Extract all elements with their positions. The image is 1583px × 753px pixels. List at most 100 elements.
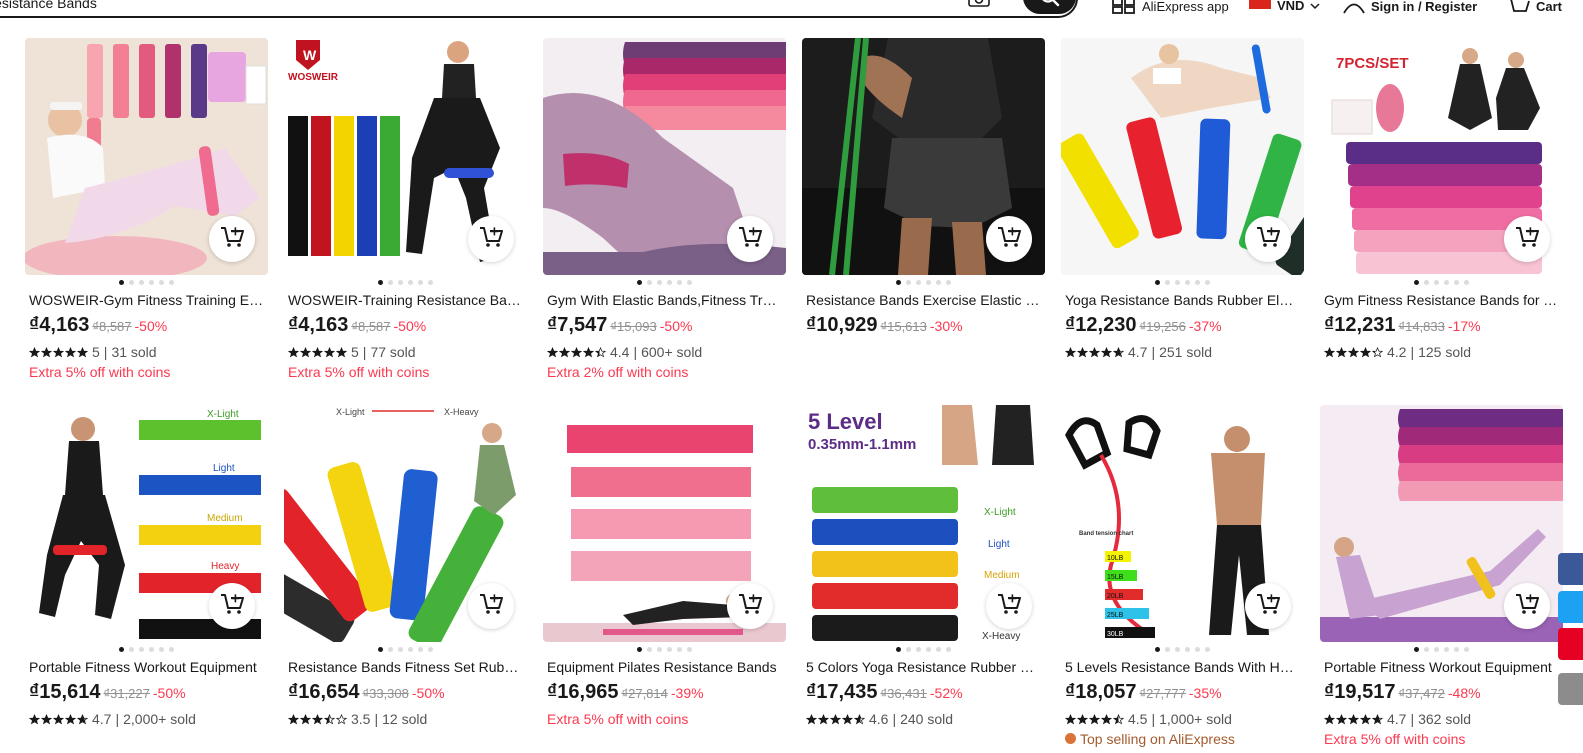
carousel-dot[interactable] [169,280,174,285]
product-title[interactable]: Gym With Elastic Bands,Fitness Training [547,292,783,308]
product-title[interactable]: 5 Levels Resistance Bands With Handles [1065,659,1301,675]
twitter-share-button[interactable] [1558,591,1583,623]
carousel-dot[interactable] [1205,647,1210,652]
product-card[interactable]: W WOSWEIR WOSWEIR-Training Resistance Ba… [284,38,527,398]
carousel-dot[interactable] [388,280,393,285]
carousel-dot[interactable] [1454,647,1459,652]
carousel-dot[interactable] [936,280,941,285]
carousel-dot[interactable] [667,647,672,652]
product-title[interactable]: WOSWEIR-Training Resistance Bands Set [288,292,524,308]
carousel-dot[interactable] [398,647,403,652]
carousel-dot[interactable] [647,280,652,285]
product-title[interactable]: Equipment Pilates Resistance Bands [547,659,783,675]
currency-selector[interactable]: VND [1249,0,1320,13]
product-title[interactable]: WOSWEIR-Gym Fitness Training Elastic Res… [29,292,265,308]
carousel-dot[interactable] [1424,280,1429,285]
camera-icon[interactable] [967,0,991,8]
product-card[interactable]: Equipment Pilates Resistance Bands ₫16,9… [543,405,786,753]
carousel-dot[interactable] [926,280,931,285]
carousel-dot[interactable] [1444,647,1449,652]
add-to-cart-button[interactable] [986,583,1032,629]
product-title[interactable]: Resistance Bands Fitness Set Rubber [288,659,524,675]
facebook-share-button[interactable] [1558,553,1583,585]
product-card[interactable]: WOSWEIR-Gym Fitness Training Elastic Res… [25,38,268,398]
image-carousel-dots[interactable] [25,647,268,652]
product-title[interactable]: Portable Fitness Workout Equipment [1324,659,1560,675]
carousel-dot[interactable] [657,280,662,285]
carousel-dot[interactable] [1165,647,1170,652]
carousel-dot[interactable] [169,647,174,652]
image-carousel-dots[interactable] [1320,647,1563,652]
product-title[interactable]: Gym Fitness Resistance Bands for Yoga [1324,292,1560,308]
signin-link[interactable]: Sign in / Register [1343,0,1477,14]
add-to-cart-button[interactable] [468,216,514,262]
carousel-dot[interactable] [1205,280,1210,285]
carousel-dot[interactable] [129,647,134,652]
carousel-dot[interactable] [896,280,901,285]
add-to-cart-button[interactable] [727,583,773,629]
carousel-dot[interactable] [378,280,383,285]
carousel-dot[interactable] [408,647,413,652]
carousel-dot[interactable] [428,647,433,652]
carousel-dot[interactable] [1195,280,1200,285]
cart-link[interactable]: Cart [1506,0,1562,14]
carousel-dot[interactable] [1434,647,1439,652]
image-carousel-dots[interactable] [802,280,1045,285]
product-card[interactable]: Gym With Elastic Bands,Fitness Training … [543,38,786,398]
carousel-dot[interactable] [926,647,931,652]
carousel-dot[interactable] [408,280,413,285]
pinterest-share-button[interactable] [1558,628,1583,660]
add-to-cart-button[interactable] [209,216,255,262]
add-to-cart-button[interactable] [1245,583,1291,629]
carousel-dot[interactable] [129,280,134,285]
product-card[interactable]: Band tension chart 10LB 15LB 20LB 25LB 30LB … [1061,405,1304,753]
carousel-dot[interactable] [1175,647,1180,652]
carousel-dot[interactable] [637,280,642,285]
image-carousel-dots[interactable] [1061,647,1304,652]
carousel-dot[interactable] [1414,647,1419,652]
carousel-dot[interactable] [1155,647,1160,652]
carousel-dot[interactable] [687,647,692,652]
carousel-dot[interactable] [1165,280,1170,285]
add-to-cart-button[interactable] [727,216,773,262]
product-title[interactable]: Resistance Bands Exercise Elastic Natura… [806,292,1042,308]
carousel-dot[interactable] [149,647,154,652]
carousel-dot[interactable] [388,647,393,652]
carousel-dot[interactable] [1464,647,1469,652]
carousel-dot[interactable] [667,280,672,285]
product-card[interactable]: X-Light X-Heavy Resistance Bands Fitness… [284,405,527,753]
product-card[interactable]: 5 Level 0.35mm-1.1mm X-Light Light Mediu… [802,405,1045,753]
carousel-dot[interactable] [1195,647,1200,652]
add-to-cart-button[interactable] [209,583,255,629]
product-title[interactable]: 5 Colors Yoga Resistance Rubber Bands [806,659,1042,675]
carousel-dot[interactable] [418,280,423,285]
carousel-dot[interactable] [139,280,144,285]
product-card[interactable]: Portable Fitness Workout Equipment ₫19,5… [1320,405,1563,753]
carousel-dot[interactable] [1464,280,1469,285]
product-card[interactable]: Resistance Bands Exercise Elastic Natura… [802,38,1045,398]
more-share-button[interactable] [1558,673,1583,705]
image-carousel-dots[interactable] [543,647,786,652]
carousel-dot[interactable] [149,280,154,285]
app-download-link[interactable]: AliExpress app [1112,0,1229,14]
image-carousel-dots[interactable] [1061,280,1304,285]
carousel-dot[interactable] [418,647,423,652]
carousel-dot[interactable] [378,647,383,652]
carousel-dot[interactable] [637,647,642,652]
carousel-dot[interactable] [1434,280,1439,285]
carousel-dot[interactable] [677,280,682,285]
carousel-dot[interactable] [896,647,901,652]
carousel-dot[interactable] [946,647,951,652]
add-to-cart-button[interactable] [986,216,1032,262]
carousel-dot[interactable] [916,647,921,652]
add-to-cart-button[interactable] [1245,216,1291,262]
product-card[interactable]: Yoga Resistance Bands Rubber Elastic ₫12… [1061,38,1304,398]
image-carousel-dots[interactable] [543,280,786,285]
carousel-dot[interactable] [657,647,662,652]
product-title[interactable]: Yoga Resistance Bands Rubber Elastic [1065,292,1301,308]
carousel-dot[interactable] [677,647,682,652]
image-carousel-dots[interactable] [25,280,268,285]
carousel-dot[interactable] [119,280,124,285]
carousel-dot[interactable] [1155,280,1160,285]
image-carousel-dots[interactable] [802,647,1045,652]
